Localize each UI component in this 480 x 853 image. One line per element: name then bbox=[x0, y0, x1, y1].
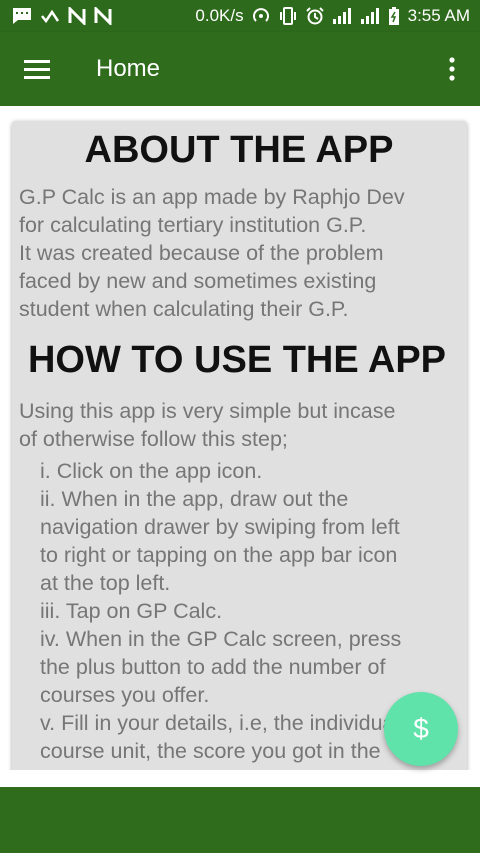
list-item: iv. When in the GP Calc screen, press th… bbox=[40, 627, 402, 707]
n-icon bbox=[68, 7, 86, 25]
about-text: G.P Calc is an app made by Raphjo Dev fo… bbox=[19, 185, 405, 321]
howto-heading: HOW TO USE THE APP bbox=[27, 339, 447, 381]
fab-button[interactable]: $ bbox=[384, 692, 458, 766]
signal-icon bbox=[332, 7, 352, 25]
about-heading: ABOUT THE APP bbox=[84, 129, 394, 171]
hamburger-menu-icon[interactable] bbox=[0, 32, 74, 106]
more-vert-icon[interactable] bbox=[436, 32, 468, 106]
message-icon bbox=[12, 7, 32, 25]
info-card: ABOUT THE APP G.P Calc is an app made by… bbox=[12, 121, 467, 770]
content-scroll-area[interactable]: ABOUT THE APP G.P Calc is an app made by… bbox=[0, 106, 480, 770]
list-item: ii. When in the app, draw out the naviga… bbox=[40, 487, 400, 595]
clock: 3:55 AM bbox=[407, 6, 470, 25]
status-bar-right: 0.0K/s 3:55 AM bbox=[195, 6, 470, 26]
battery-icon bbox=[388, 7, 400, 25]
status-bar: 0.0K/s 3:55 AM bbox=[0, 0, 480, 32]
howto-intro: Using this app is very simple but incase… bbox=[19, 399, 396, 451]
list-item: i. Click on the app icon. bbox=[40, 459, 263, 483]
status-bar-left bbox=[12, 7, 112, 25]
check-wave-icon bbox=[40, 7, 60, 25]
bottom-bar bbox=[0, 787, 480, 853]
n-icon bbox=[94, 7, 112, 25]
page-title: Home bbox=[96, 55, 161, 82]
hotspot-icon bbox=[252, 7, 270, 25]
list-item: iii. Tap on GP Calc. bbox=[40, 599, 223, 623]
signal-icon bbox=[360, 7, 380, 25]
alarm-icon bbox=[305, 7, 324, 25]
dollar-icon: $ bbox=[413, 713, 429, 744]
app-bar: Home bbox=[0, 32, 480, 106]
network-speed: 0.0K/s bbox=[195, 6, 244, 25]
vibrate-icon bbox=[278, 7, 298, 25]
